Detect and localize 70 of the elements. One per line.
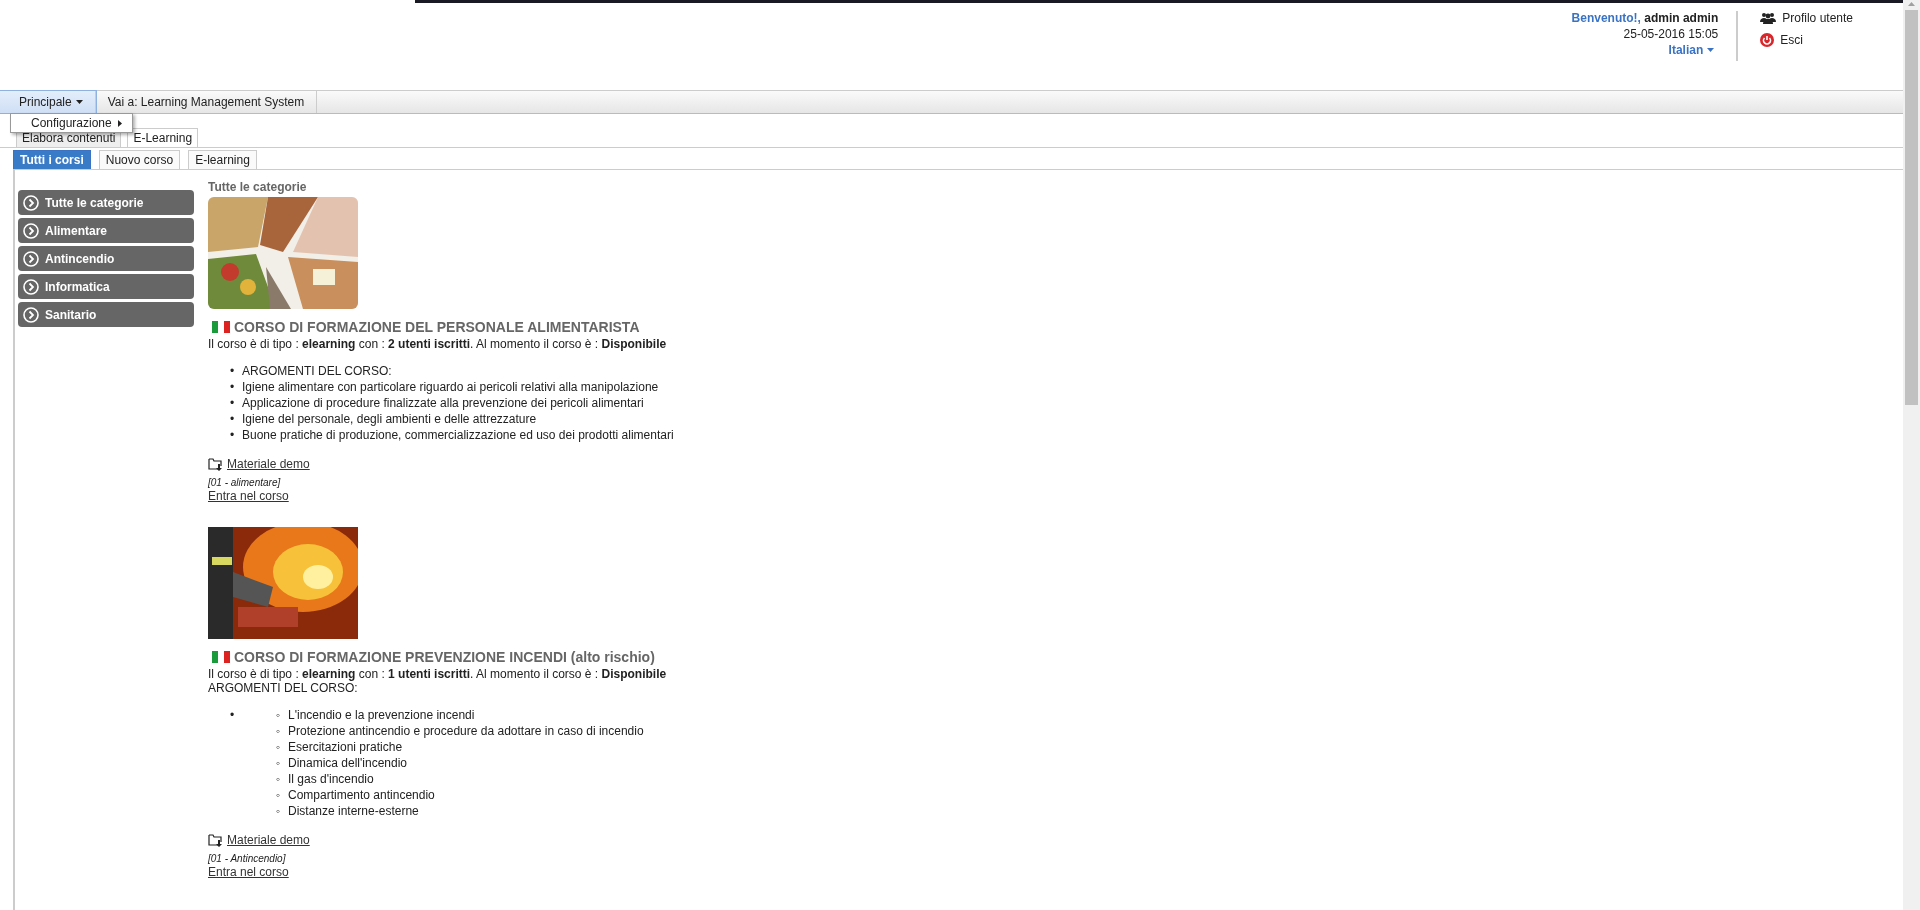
users-icon: [1760, 12, 1777, 24]
list-bullet: •: [230, 411, 236, 427]
list-bullet: ◦: [276, 787, 282, 803]
scroll-thumb[interactable]: [1905, 10, 1918, 405]
category-item[interactable]: Sanitario: [18, 302, 194, 327]
list-bullet: •: [230, 395, 236, 411]
list-bullet: ◦: [276, 739, 282, 755]
list-bullet: ◦: [276, 803, 282, 819]
language-selector[interactable]: Italian: [1668, 43, 1715, 57]
tab[interactable]: Tutti i corsi: [13, 150, 91, 169]
list-bullet: ◦: [276, 723, 282, 739]
caret-icon: [75, 100, 83, 104]
welcome-text: Benvenuto!, admin admin: [1571, 11, 1719, 25]
menu-entry[interactable]: Configurazione: [11, 114, 132, 132]
topic-item: Il gas d'incendio: [288, 771, 374, 787]
scrollbar[interactable]: [1903, 0, 1920, 910]
category-item[interactable]: Antincendio: [18, 246, 194, 271]
list-bullet: ◦: [276, 771, 282, 787]
category-item[interactable]: Tutte le categorie: [18, 190, 194, 215]
section-tab[interactable]: E-Learning: [127, 128, 199, 147]
topic-item: Igiene del personale, degli ambienti e delle attrezzature: [242, 411, 537, 427]
course-title: CORSO DI FORMAZIONE PREVENZIONE INCENDI (alto rischio): [234, 649, 655, 665]
topic-item: Compartimento antincendio: [288, 787, 435, 803]
tab[interactable]: Nuovo corso: [98, 150, 181, 169]
category-item[interactable]: Informatica: [18, 274, 194, 299]
course-info: Il corso è di tipo : elearning con : 2 utenti iscritti. Al momento il corso è : Disponibile: [208, 337, 667, 351]
chevron-circle-icon: [23, 306, 39, 323]
chevron-circle-icon: [23, 250, 39, 267]
caret-icon: [1707, 48, 1715, 52]
topic-item: Buone pratiche di produzione, commercializzazione ed uso dei prodotti alimentari: [242, 427, 674, 443]
profile-link[interactable]: Profilo utente: [1760, 11, 1853, 25]
topic-item: L'incendio e la prevenzione incendi: [288, 707, 475, 723]
list-bullet: •: [230, 707, 236, 723]
chevron-circle-icon: [23, 194, 39, 211]
list-bullet: ◦: [276, 707, 282, 723]
section-heading: Tutte le categorie: [208, 180, 307, 194]
course-code: [01 - alimentare]: [208, 477, 281, 488]
topic-item: Distanze interne-esterne: [288, 803, 419, 819]
topic-item: Esercitazioni pratiche: [288, 739, 403, 755]
list-bullet: •: [230, 363, 236, 379]
topic-item: Dinamica dell'incendio: [288, 755, 408, 771]
category-item[interactable]: Alimentare: [18, 218, 194, 243]
submenu-arrow-icon: [117, 119, 122, 127]
list-bullet: ◦: [276, 755, 282, 771]
course-info: Il corso è di tipo : elearning con : 1 utenti iscritti. Al momento il corso è : Disponibile: [208, 667, 667, 681]
course-code: [01 - Antincendio]: [208, 853, 286, 864]
chevron-circle-icon: [23, 278, 39, 295]
power-icon: [1760, 33, 1775, 47]
material-link[interactable]: Materiale demo: [227, 833, 310, 847]
topic-item: Applicazione di procedure finalizzate alla prevenzione dei pericoli alimentari: [242, 395, 644, 411]
material-link[interactable]: Materiale demo: [227, 457, 310, 471]
course-title: CORSO DI FORMAZIONE DEL PERSONALE ALIMENTARISTA: [234, 319, 640, 335]
list-bullet: •: [230, 427, 236, 443]
list-bullet: •: [230, 379, 236, 395]
flag-icon: [212, 321, 230, 333]
topic-item: Igiene alimentare con particolare riguardo ai pericoli relativi alla manipolazione: [242, 379, 659, 395]
chevron-circle-icon: [23, 222, 39, 239]
date-time: 25-05-2016 15:05: [1623, 27, 1719, 41]
topics-heading: ARGOMENTI DEL CORSO:: [208, 681, 358, 695]
enter-course-link[interactable]: Entra nel corso: [208, 489, 289, 503]
menu-item[interactable]: Principale: [0, 91, 96, 113]
folder-download-icon: [208, 457, 223, 471]
flag-icon: [212, 651, 230, 663]
folder-download-icon: [208, 833, 223, 847]
enter-course-link[interactable]: Entra nel corso: [208, 865, 289, 879]
logout-link[interactable]: Esci: [1760, 33, 1853, 47]
topic-item: Protezione antincendio e procedure da adottare in caso di incendio: [288, 723, 644, 739]
tab[interactable]: E-learning: [188, 150, 257, 169]
scroll-up-icon: [1908, 2, 1915, 6]
topic-item: ARGOMENTI DEL CORSO:: [242, 363, 392, 379]
